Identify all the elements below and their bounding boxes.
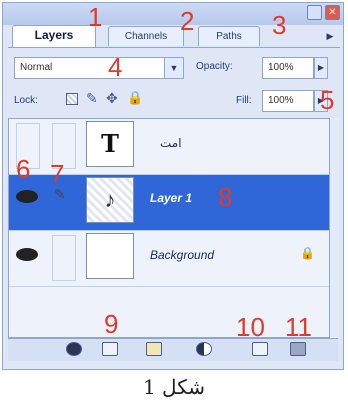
eye-icon[interactable] xyxy=(16,248,38,261)
add-mask-icon[interactable] xyxy=(102,342,118,356)
layer-style-icon[interactable] xyxy=(66,342,82,356)
blend-mode-select[interactable]: Normal ▼ xyxy=(14,57,184,79)
blend-mode-value: Normal xyxy=(20,62,53,73)
annotation-number: 8 xyxy=(218,182,233,212)
lock-label: Lock: xyxy=(14,95,38,106)
annotation-number: 6 xyxy=(16,154,31,184)
fill-field[interactable]: 100% xyxy=(262,90,314,112)
opacity-label: Opacity: xyxy=(196,61,233,72)
trash-icon[interactable] xyxy=(290,342,306,356)
annotation-number: 2 xyxy=(180,6,195,36)
tab-layers[interactable]: Layers xyxy=(12,25,96,47)
layers-scrollbar[interactable] xyxy=(329,118,339,338)
tab-channels[interactable]: Channels xyxy=(108,26,184,46)
annotation-number: 10 xyxy=(236,312,265,342)
layer-thumbnail: T xyxy=(86,121,134,167)
annotation-number: 9 xyxy=(104,309,119,339)
figure-caption: شکل 1 xyxy=(142,375,206,399)
annotation-number: 3 xyxy=(272,10,287,40)
layer-thumbnail xyxy=(86,233,134,279)
annotation-number: 7 xyxy=(50,159,65,189)
new-layer-icon[interactable] xyxy=(252,342,268,356)
layer-name[interactable]: امت xyxy=(160,136,182,150)
opacity-field[interactable]: 100% xyxy=(262,57,314,79)
close-icon[interactable]: ✕ xyxy=(325,5,340,20)
lock-icon: 🔒 xyxy=(300,246,315,260)
lock-all-icon[interactable]: 🔒 xyxy=(127,90,143,106)
opacity-slider-arrow-icon[interactable]: ▶ xyxy=(314,57,328,79)
layer-name[interactable]: Layer 1 xyxy=(150,191,192,205)
lock-image-pixels-icon[interactable]: ✎ xyxy=(86,90,98,107)
lock-position-icon[interactable]: ✥ xyxy=(106,90,118,107)
panel-title-bar[interactable] xyxy=(3,3,343,25)
annotation-number: 4 xyxy=(108,52,123,82)
tab-paths[interactable]: Paths xyxy=(198,26,260,46)
chevron-down-icon[interactable]: ▼ xyxy=(164,58,183,78)
type-layer-icon: T xyxy=(101,129,119,158)
minimize-icon[interactable] xyxy=(307,5,322,20)
music-note-icon: ♪ xyxy=(104,187,116,212)
layer-name[interactable]: Background xyxy=(150,248,214,262)
annotation-number: 1 xyxy=(88,2,103,32)
lock-transparent-pixels-icon[interactable] xyxy=(66,93,78,105)
layer-thumbnail: ♪ xyxy=(86,177,134,223)
annotation-number: 5 xyxy=(320,85,335,115)
panel-menu-arrow-icon[interactable]: ▶ xyxy=(322,28,338,44)
fill-label: Fill: xyxy=(236,95,252,106)
annotation-number: 11 xyxy=(285,312,312,342)
adjustment-layer-icon[interactable] xyxy=(196,342,212,356)
link-toggle[interactable] xyxy=(52,235,76,281)
eye-icon[interactable] xyxy=(16,190,38,203)
new-group-icon[interactable] xyxy=(146,342,162,356)
